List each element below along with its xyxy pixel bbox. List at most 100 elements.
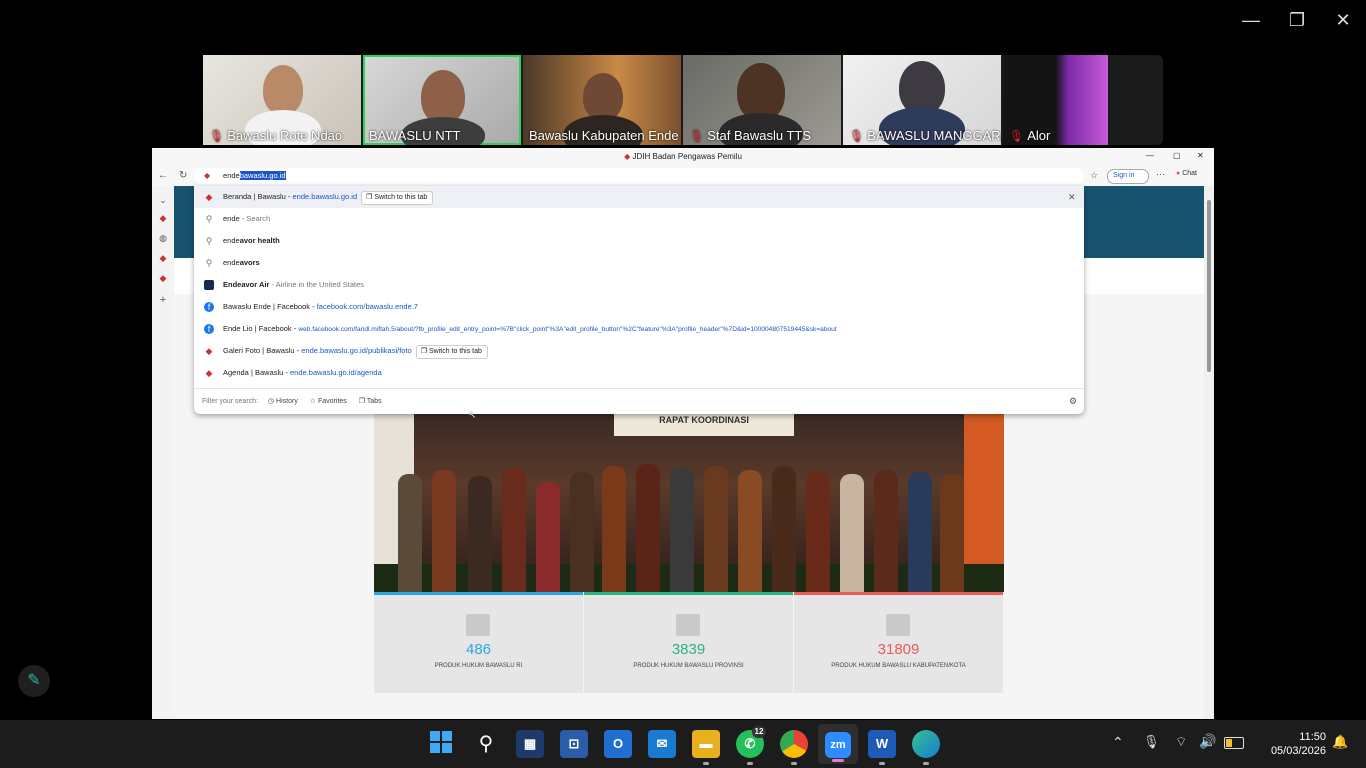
person xyxy=(738,470,762,592)
participant-name: 🎙 BAWASLU MANGGARAI xyxy=(849,128,1001,143)
microphone-icon[interactable]: 🎙 xyxy=(1143,734,1160,750)
new-tab-icon[interactable]: + xyxy=(157,294,169,306)
participant-tile[interactable]: 🎙 Staf Bawaslu TTS xyxy=(683,55,841,145)
participant-name: 🎙 Alor xyxy=(1009,128,1051,143)
person xyxy=(636,464,660,592)
suggestion-url: ende.bawaslu.go.id/publikasi/foto xyxy=(301,346,412,355)
omnibox-dropdown: ◆ Beranda | Bawaslu - ende.bawaslu.go.id… xyxy=(194,186,1084,414)
address-input[interactable]: endebawaslu.go.id xyxy=(223,171,286,180)
participant-tile[interactable]: Bawaslu Kabupaten Ende xyxy=(523,55,681,145)
more-options-icon[interactable]: ⋯ xyxy=(1156,169,1165,180)
address-bar[interactable]: ◆ endebawaslu.go.id xyxy=(194,168,1084,184)
facebook-icon: f xyxy=(204,324,214,334)
browser-restore-button[interactable]: ▢ xyxy=(1173,151,1181,160)
divider xyxy=(194,388,1084,389)
restore-button[interactable]: ❐ xyxy=(1283,8,1311,32)
stat-card-ri[interactable]: 486 PRODUK HUKUM BAWASLU RI xyxy=(374,592,583,693)
suggestion-item[interactable]: ◆ Galeri Foto | Bawaslu - ende.bawaslu.g… xyxy=(194,340,1084,362)
battery-icon[interactable] xyxy=(1224,737,1244,749)
suggestion-title: Galeri Foto | Bawaslu xyxy=(223,346,295,355)
participant-tile[interactable]: 🎙 Alor xyxy=(1003,55,1108,145)
mail-icon[interactable]: ✉ xyxy=(648,730,676,758)
running-indicator xyxy=(703,762,709,765)
chevron-down-icon[interactable]: ⌄ xyxy=(157,194,169,206)
signin-label: Sign in xyxy=(1113,172,1135,179)
banner-photo[interactable]: RAPAT KOORDINASI xyxy=(374,414,1004,592)
separator: - xyxy=(283,368,290,377)
person xyxy=(940,474,964,592)
minimize-button[interactable]: — xyxy=(1237,8,1265,32)
endeavor-air-icon xyxy=(204,280,214,290)
refresh-icon[interactable]: ↻ xyxy=(179,170,187,181)
stat-card-kabupaten[interactable]: 31809 PRODUK HUKUM BAWASLU KABUPATEN/KOT… xyxy=(794,592,1003,693)
bawaslu-tab-icon[interactable]: ◆ xyxy=(157,272,169,284)
suggestion-item[interactable]: f Bawaslu Ende | Facebook - facebook.com… xyxy=(194,296,1084,318)
filter-tabs-button[interactable]: ❐ Tabs xyxy=(359,398,382,405)
wifi-icon[interactable]: ⌔ xyxy=(1175,734,1187,750)
participant-name: 🎙 Staf Bawaslu TTS xyxy=(689,128,812,143)
stat-card-provinsi[interactable]: 3839 PRODUK HUKUM BAWASLU PROVINSI xyxy=(584,592,793,693)
person xyxy=(670,468,694,592)
bawaslu-tab-icon[interactable]: ◆ xyxy=(157,252,169,264)
suggestion-item[interactable]: Endeavor Air - Airline in the United Sta… xyxy=(194,274,1084,296)
file-explorer-icon[interactable]: ▬ xyxy=(692,730,720,765)
chevron-up-icon[interactable]: ⌃ xyxy=(1112,734,1124,751)
whatsapp-icon[interactable]: ✆ 12 xyxy=(736,726,766,765)
suggestion-item[interactable]: ⚲ ende - Search xyxy=(194,208,1084,230)
calendar-icon xyxy=(886,614,910,636)
person xyxy=(806,472,830,592)
globe-icon[interactable]: ◍ xyxy=(157,232,169,244)
chat-label: Chat xyxy=(1182,170,1197,177)
chrome-icon[interactable] xyxy=(780,730,808,765)
remove-suggestion-icon[interactable]: ✕ xyxy=(1068,186,1076,208)
edge-icon[interactable] xyxy=(912,730,940,765)
page-scrollbar[interactable] xyxy=(1204,186,1214,719)
suggestion-item[interactable]: f Ende Lio | Facebook - web.facebook.com… xyxy=(194,318,1084,340)
outlook-icon[interactable]: O xyxy=(604,730,632,758)
close-button[interactable]: ✕ xyxy=(1329,8,1357,32)
notification-bell-icon[interactable]: 🔔 xyxy=(1332,734,1348,750)
scrollbar-thumb[interactable] xyxy=(1207,200,1211,372)
suggestion-item[interactable]: ◆ Beranda | Bawaslu - ende.bawaslu.go.id… xyxy=(194,186,1084,208)
copilot-chat-button[interactable]: ● Chat xyxy=(1176,170,1197,177)
participant-tile[interactable]: 🎙 Bawaslu Rote Ndao xyxy=(203,55,361,145)
participant-video xyxy=(421,70,465,124)
browser-close-button[interactable]: ✕ xyxy=(1197,151,1204,160)
participant-name: Bawaslu Kabupaten Ende xyxy=(529,128,679,143)
filter-favorites-button[interactable]: ☆ Favorites xyxy=(310,398,347,405)
browser-titlebar: ◆ JDIH Badan Pengawas Pemilu — ▢ ✕ xyxy=(152,148,1214,166)
filter-history-button[interactable]: ◷ History xyxy=(268,398,298,405)
suggestion-item[interactable]: ⚲ endeavor health xyxy=(194,230,1084,252)
bawaslu-favicon-icon: ◆ xyxy=(204,171,211,180)
suggestion-item[interactable]: ⚲ endeavors xyxy=(194,252,1084,274)
back-icon[interactable]: ← xyxy=(158,170,168,181)
participant-video xyxy=(583,73,623,121)
search-icon[interactable]: ⚲ xyxy=(472,730,500,758)
remote-desktop-icon[interactable]: ⊡ xyxy=(560,730,588,758)
start-button[interactable] xyxy=(427,730,455,758)
mic-muted-icon: 🎙 xyxy=(1009,129,1025,143)
volume-icon[interactable]: 🔊 xyxy=(1199,733,1216,750)
favorite-star-icon[interactable]: ☆ xyxy=(1090,170,1098,181)
microsoft-store-icon[interactable]: ▦ xyxy=(516,730,544,758)
suggestion-item[interactable]: ◆ Agenda | Bawaslu - ende.bawaslu.go.id/… xyxy=(194,362,1084,384)
separator: - xyxy=(310,302,317,311)
switch-tab-label: Switch to this tab xyxy=(428,348,482,355)
signin-button[interactable]: Sign in xyxy=(1107,169,1149,184)
participant-tile-active[interactable]: BAWASLU NTT xyxy=(363,55,521,145)
settings-gear-icon[interactable]: ⚙ xyxy=(1069,396,1077,407)
shared-screen-browser: ◆ JDIH Badan Pengawas Pemilu — ▢ ✕ ← ↻ ☆… xyxy=(152,148,1214,719)
participant-tile[interactable]: 🎙 BAWASLU MANGGARAI xyxy=(843,55,1001,145)
person xyxy=(772,466,796,592)
zoom-icon: zm xyxy=(825,732,851,758)
word-icon[interactable]: W xyxy=(868,730,896,765)
browser-minimize-button[interactable]: — xyxy=(1146,151,1154,160)
bawaslu-tab-icon[interactable]: ◆ xyxy=(157,212,169,224)
zoom-app-button[interactable]: zm xyxy=(818,724,858,764)
person xyxy=(602,466,626,592)
clock[interactable]: 11:50 05/03/2026 xyxy=(1252,730,1326,758)
suggestion-hint: - Airline in the United States xyxy=(269,280,365,289)
switch-to-tab-button[interactable]: ❐ Switch to this tab xyxy=(361,191,434,205)
switch-to-tab-button[interactable]: ❐ Switch to this tab xyxy=(415,345,488,359)
annotate-pen-icon[interactable]: ✎ xyxy=(18,665,50,697)
